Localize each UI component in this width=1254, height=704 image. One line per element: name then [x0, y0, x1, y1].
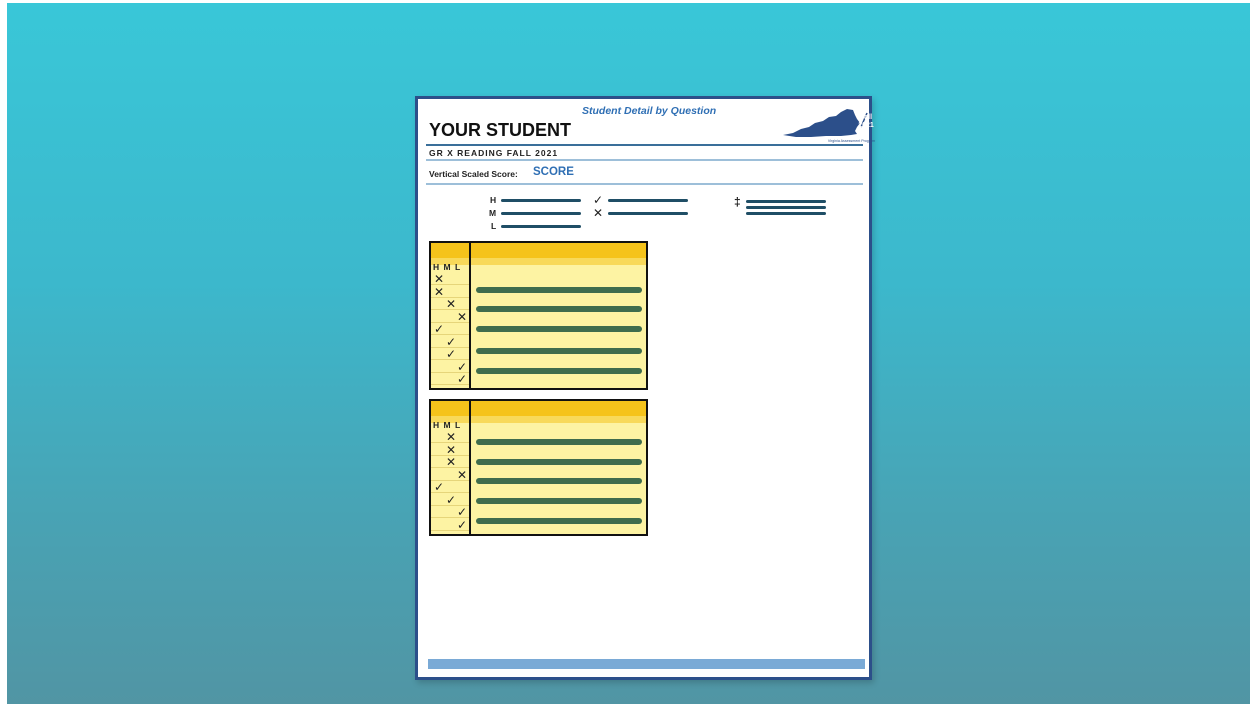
cross-icon: ✕	[446, 430, 457, 444]
question-block-1: H M L ✕ ✕ ✕ ✕ ✓ ✓ ✓ ✓ ✓	[429, 241, 648, 390]
score-value: SCORE	[533, 166, 574, 178]
legend-cross-icon: ✕	[593, 206, 604, 220]
block-header-band-light	[431, 258, 646, 265]
score-report-sheet: Student Detail by Question YOUR STUDENT …	[415, 96, 875, 680]
hml-header: H M L	[433, 262, 462, 272]
legend-line-incorrect	[608, 212, 688, 215]
score-rule	[426, 183, 863, 185]
check-icon: ✓	[434, 480, 445, 494]
check-icon: ✓	[457, 517, 468, 532]
footer-bar	[428, 659, 865, 669]
legend-key-h: H	[490, 195, 497, 205]
header-rule	[426, 144, 863, 146]
hml-header: H M L	[433, 420, 462, 430]
legend-line-note-3	[746, 212, 826, 215]
cross-icon: ✕	[446, 297, 457, 311]
grade-subject-line: GR X READING FALL 2021	[429, 148, 559, 158]
legend-check-icon: ✓	[593, 193, 604, 207]
block-header-band	[431, 243, 646, 258]
cross-icon: ✕	[457, 467, 468, 482]
legend-key-m: M	[489, 208, 497, 218]
check-icon: ✓	[446, 492, 457, 507]
cross-icon: ✕	[446, 455, 457, 469]
legend-line-note-1	[746, 200, 826, 203]
block-column-divider	[469, 243, 471, 388]
grade-rule	[426, 159, 863, 161]
question-bar	[476, 439, 642, 445]
badge-season: Fall	[859, 114, 873, 121]
report-subtitle: Student Detail by Question	[582, 105, 717, 117]
question-bar	[476, 348, 642, 354]
question-bar	[476, 459, 642, 465]
badge-text: Fall 2021	[854, 114, 878, 130]
question-block-2: H M L ✕ ✕ ✕ ✕ ✓ ✓ ✓ ✓	[429, 399, 648, 536]
legend-line-correct	[608, 199, 688, 202]
question-bar	[476, 498, 642, 504]
question-bar	[476, 287, 642, 293]
check-icon: ✓	[457, 505, 468, 519]
check-icon: ✓	[457, 359, 468, 374]
cross-icon: ✕	[457, 309, 468, 324]
legend-line-h	[501, 199, 581, 202]
check-icon: ✓	[434, 322, 445, 336]
question-bar	[476, 478, 642, 484]
block-header-band	[431, 401, 646, 416]
legend-dagger-icon: ‡	[734, 195, 741, 209]
check-icon: ✓	[457, 372, 468, 386]
frame-edge-top	[0, 0, 1254, 3]
question-bar	[476, 518, 642, 524]
cross-icon: ✕	[434, 272, 445, 286]
score-label: Vertical Scaled Score:	[429, 169, 518, 179]
legend-line-l	[501, 225, 581, 228]
frame-edge-left	[0, 0, 7, 704]
check-icon: ✓	[446, 347, 457, 361]
check-icon: ✓	[446, 334, 457, 349]
frame-edge-right	[1250, 0, 1254, 704]
block-column-divider	[469, 401, 471, 534]
legend-line-m	[501, 212, 581, 215]
question-bar	[476, 306, 642, 312]
legend-key-l: L	[491, 221, 497, 231]
cross-icon: ✕	[434, 284, 445, 299]
question-bar	[476, 326, 642, 332]
question-bar	[476, 368, 642, 374]
cross-icon: ✕	[446, 442, 457, 457]
badge-year: 2021	[858, 122, 874, 129]
legend-line-note-2	[746, 206, 826, 209]
student-name-title: YOUR STUDENT	[429, 120, 572, 140]
badge-caption: Virginia Assessment Program	[827, 139, 875, 143]
block-header-band-light	[431, 416, 646, 423]
